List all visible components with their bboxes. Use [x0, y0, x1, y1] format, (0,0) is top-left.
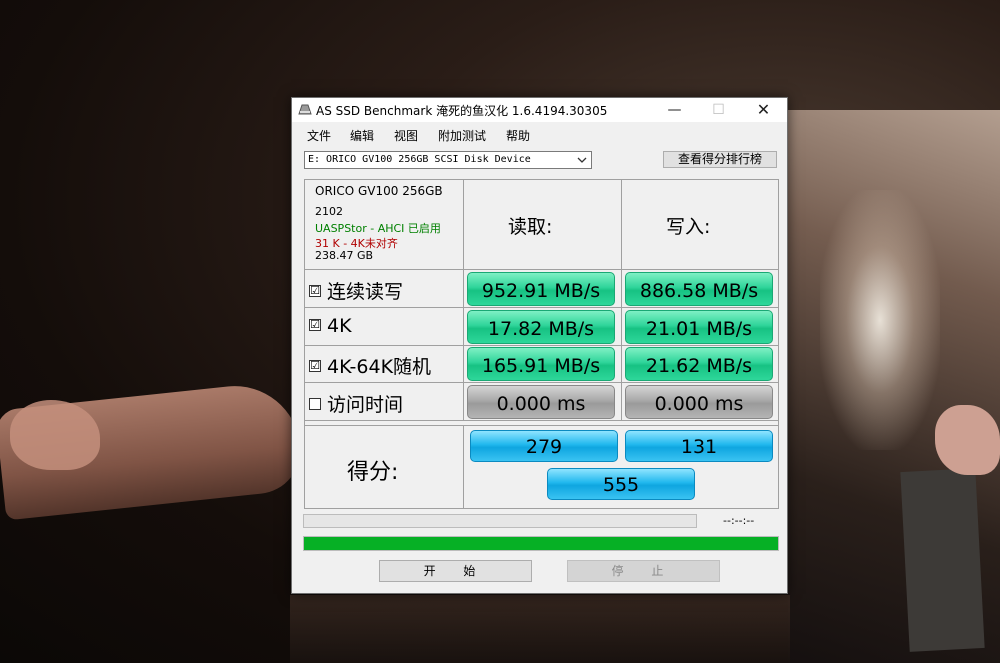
view-rankings-button[interactable]: 查看得分排行榜 [663, 151, 777, 168]
menu-edit[interactable]: 编辑 [350, 127, 374, 144]
seq-read-result: 952.91 MB/s [467, 272, 615, 306]
checkbox-4k[interactable]: ☑ [309, 318, 321, 331]
as-ssd-window: AS SSD Benchmark 淹死的鱼汉化 1.6.4194.30305 —… [291, 97, 788, 594]
row-label-access[interactable]: 访问时间 [305, 383, 464, 421]
4k-write-result: 21.01 MB/s [625, 310, 773, 344]
drive-size: 238.47 GB [315, 249, 374, 262]
4k-read-result: 17.82 MB/s [467, 310, 615, 344]
wallpaper-light [820, 190, 940, 450]
row-label-text: 4K [327, 315, 352, 337]
4k-read-cell: 17.82 MB/s [464, 308, 622, 346]
row-label-text: 访问时间 [327, 394, 404, 416]
score-label: 得分: [347, 460, 399, 485]
access-read-cell: 0.000 ms [464, 383, 622, 421]
4k-64k-read-result: 165.91 MB/s [467, 347, 615, 381]
read-header: 读取: [508, 216, 553, 238]
wallpaper-book [900, 468, 985, 652]
maximize-button[interactable]: ☐ [696, 98, 741, 122]
write-header-cell: 写入: [622, 180, 778, 270]
row-label-text: 4K-64K随机 [327, 356, 432, 378]
minimize-button[interactable]: — [652, 98, 697, 122]
window-title: AS SSD Benchmark 淹死的鱼汉化 1.6.4194.30305 [316, 104, 608, 118]
checkbox-4k-64k[interactable]: ☑ [309, 359, 321, 372]
results-grid: ORICO GV100 256GB 2102 UASPStor - AHCI 已… [304, 179, 779, 509]
app-drive-icon [298, 104, 312, 115]
total-progress-fill [304, 537, 778, 550]
drive-firmware: 2102 [315, 205, 343, 218]
seq-write-cell: 886.58 MB/s [622, 270, 778, 308]
menu-file[interactable]: 文件 [307, 127, 331, 144]
total-score: 555 [547, 468, 695, 500]
total-progress-bar [303, 536, 779, 551]
row-label-seq[interactable]: ☑ 连续读写 [305, 270, 464, 308]
4k64k-read-cell: 165.91 MB/s [464, 346, 622, 383]
read-score: 279 [470, 430, 618, 462]
close-button[interactable]: ✕ [741, 98, 786, 122]
chevron-down-icon [577, 157, 587, 163]
row-label-text: 连续读写 [327, 281, 404, 303]
access-write-result: 0.000 ms [625, 385, 773, 419]
access-read-result: 0.000 ms [467, 385, 615, 419]
read-header-cell: 读取: [464, 180, 622, 270]
menu-bar: 文件 编辑 视图 附加测试 帮助 [292, 123, 787, 145]
elapsed-time: --:--:-- [723, 514, 755, 527]
drive-name: ORICO GV100 256GB [315, 184, 443, 198]
menu-view[interactable]: 视图 [394, 127, 418, 144]
drive-select[interactable]: E: ORICO GV100 256GB SCSI Disk Device [304, 151, 592, 169]
row-label-4k[interactable]: ☑ 4K [305, 308, 464, 346]
seq-read-cell: 952.91 MB/s [464, 270, 622, 308]
menu-help[interactable]: 帮助 [506, 127, 530, 144]
4k64k-write-cell: 21.62 MB/s [622, 346, 778, 383]
drive-select-value: E: ORICO GV100 256GB SCSI Disk Device [308, 154, 531, 165]
checkbox-seq[interactable]: ☑ [309, 284, 321, 297]
title-bar[interactable]: AS SSD Benchmark 淹死的鱼汉化 1.6.4194.30305 —… [292, 98, 787, 122]
test-progress-bar [303, 514, 697, 528]
row-label-4k-64k[interactable]: ☑ 4K-64K随机 [305, 346, 464, 383]
score-values-cell: 279 131 555 [464, 426, 778, 508]
4k-write-cell: 21.01 MB/s [622, 308, 778, 346]
score-label-cell: 得分: [305, 426, 464, 508]
start-button[interactable]: 开 始 [379, 560, 532, 582]
menu-extra-tests[interactable]: 附加测试 [438, 127, 486, 144]
access-write-cell: 0.000 ms [622, 383, 778, 421]
4k-64k-write-result: 21.62 MB/s [625, 347, 773, 381]
write-header: 写入: [666, 216, 711, 238]
write-score: 131 [625, 430, 773, 462]
stop-button[interactable]: 停 止 [567, 560, 720, 582]
checkbox-access[interactable] [309, 397, 321, 410]
seq-write-result: 886.58 MB/s [625, 272, 773, 306]
wallpaper-hand [935, 405, 1000, 475]
drive-info-panel: ORICO GV100 256GB 2102 UASPStor - AHCI 已… [305, 180, 464, 270]
wallpaper-lower-shadow [290, 595, 790, 663]
driver-status: UASPStor - AHCI 已启用 [315, 222, 441, 235]
